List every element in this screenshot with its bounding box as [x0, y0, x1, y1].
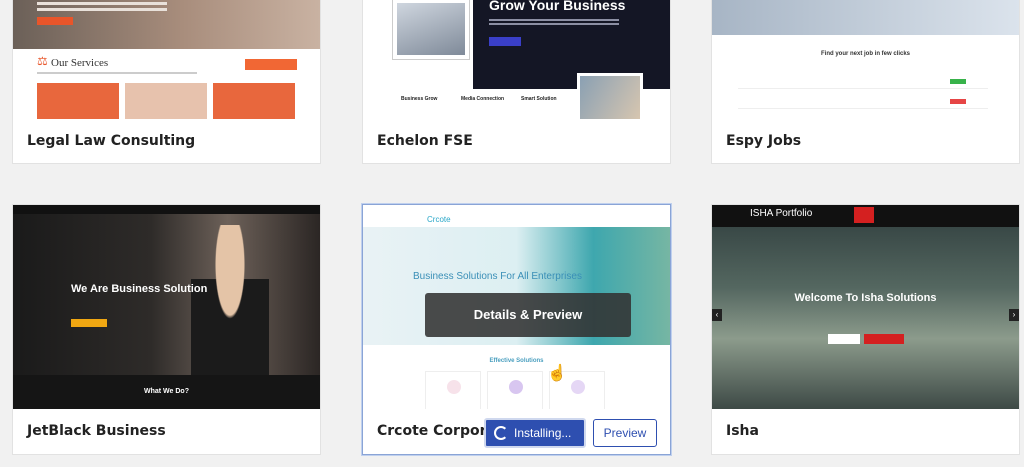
- theme-card-legal[interactable]: ⚖ Our Services Legal Law Consulting: [12, 0, 321, 164]
- services-heading: Our Services: [51, 57, 109, 69]
- theme-card-echelon[interactable]: Grow Your Business Business Grow Media C…: [362, 0, 671, 164]
- feature-box: [487, 371, 543, 411]
- installing-label: Installing...: [514, 426, 572, 440]
- theme-thumbnail[interactable]: We Are Business Solution What We Do?: [13, 205, 320, 411]
- hero-banner: [712, 0, 1019, 35]
- theme-card-jetblack[interactable]: We Are Business Solution What We Do? Jet…: [12, 204, 321, 455]
- theme-thumbnail[interactable]: ISHA Portfolio Welcome To Isha Solutions…: [712, 205, 1019, 411]
- crcote-logo: Crcote: [427, 215, 451, 224]
- service-box: [37, 83, 119, 121]
- spinner-icon: [494, 426, 508, 440]
- effective-solutions-heading: Effective Solutions: [489, 358, 544, 364]
- service-box: [213, 83, 295, 121]
- theme-title: Legal Law Consulting: [27, 133, 196, 149]
- scales-icon: ⚖: [37, 54, 48, 68]
- hero-heading: We Are Business Solution: [71, 283, 208, 295]
- feature-label: Business Grow: [401, 96, 438, 102]
- hero-button: [828, 334, 860, 344]
- feature-label: Smart Solution: [521, 96, 557, 102]
- theme-thumbnail[interactable]: Find your next job in few clicks: [712, 0, 1019, 121]
- feature-box: [425, 371, 481, 411]
- hero-button: [71, 319, 107, 327]
- hero-text: [37, 2, 167, 5]
- isha-logo: ISHA Portfolio: [750, 208, 813, 219]
- feature-photo: [577, 73, 643, 121]
- theme-title: Espy Jobs: [726, 133, 802, 149]
- theme-card-crcote[interactable]: Crcote Business Solutions For All Enterp…: [362, 204, 671, 455]
- details-preview-button[interactable]: Details & Preview: [425, 293, 631, 337]
- theme-thumbnail[interactable]: Crcote Business Solutions For All Enterp…: [363, 205, 670, 411]
- installing-button[interactable]: Installing...: [484, 418, 586, 448]
- get-started-button: [489, 37, 521, 46]
- theme-title: Isha: [726, 423, 759, 439]
- hand-pointer-icon: ☝: [547, 365, 567, 382]
- theme-card-espy[interactable]: Find your next job in few clicks Espy Jo…: [711, 0, 1020, 164]
- hero-heading: Business Solutions For All Enterprises: [413, 271, 582, 282]
- what-we-do-heading: What We Do?: [144, 388, 189, 395]
- view-all-services-button: [245, 59, 297, 70]
- services-subtext: [37, 72, 197, 74]
- job-row: [738, 77, 988, 89]
- hero-button: [864, 334, 904, 344]
- preview-button[interactable]: Preview: [593, 419, 657, 447]
- nav-bar: [13, 205, 320, 214]
- hero-heading: Grow Your Business: [489, 0, 626, 13]
- theme-title: JetBlack Business: [27, 423, 166, 439]
- theme-title: Echelon FSE: [377, 133, 473, 149]
- hero-heading: Welcome To Isha Solutions: [794, 292, 937, 304]
- hero-photo: [393, 0, 469, 59]
- job-row: [738, 97, 988, 109]
- service-box: [125, 83, 207, 121]
- theme-grid: ⚖ Our Services Legal Law Consulting Grow…: [0, 0, 1024, 467]
- read-more-button: [37, 17, 73, 25]
- nav-home-item: [854, 207, 874, 223]
- chevron-left-icon: ‹: [712, 309, 722, 321]
- chevron-right-icon: ›: [1009, 309, 1019, 321]
- find-job-heading: Find your next job in few clicks: [820, 51, 910, 57]
- theme-thumbnail[interactable]: ⚖ Our Services: [13, 0, 320, 121]
- theme-card-isha[interactable]: ISHA Portfolio Welcome To Isha Solutions…: [711, 204, 1020, 455]
- feature-label: Media Connection: [461, 96, 505, 102]
- hero-text: [489, 19, 619, 21]
- theme-thumbnail[interactable]: Grow Your Business Business Grow Media C…: [363, 0, 670, 121]
